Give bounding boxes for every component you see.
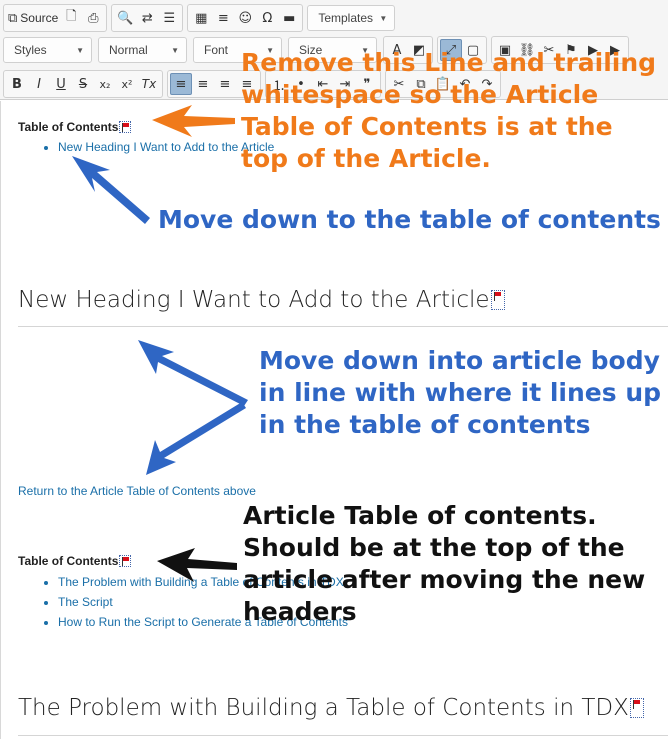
anchor-flag-icon[interactable] xyxy=(629,698,644,718)
page-break-icon: ▬ xyxy=(283,10,296,26)
align-center-button[interactable]: ≡ xyxy=(192,73,214,95)
align-left-button[interactable]: ≡ xyxy=(170,73,192,95)
align-center-icon: ≡ xyxy=(197,76,209,92)
replace-button[interactable]: ⇄ xyxy=(136,7,158,29)
table-icon: ▦ xyxy=(195,10,208,26)
return-toc-link[interactable]: Return to the Article Table of Contents … xyxy=(18,484,256,498)
strike-button[interactable]: S xyxy=(72,73,94,95)
toc-title-article: Table of Contents xyxy=(18,554,132,568)
chevron-down-icon: ▼ xyxy=(171,45,179,55)
toolbar-row-1: ⧉ Source 🗋 ⎙ 🔍 ⇄ ☰ ▦ ≡ ☺ Ω ▬ Templates ▼ xyxy=(3,4,401,32)
templates-dropdown[interactable]: Templates ▼ xyxy=(307,5,396,31)
toc-title-top: Table of Contents xyxy=(18,120,132,134)
styles-dropdown[interactable]: Styles ▼ xyxy=(3,37,92,63)
anchor-flag-icon[interactable] xyxy=(490,290,505,310)
italic-button[interactable]: I xyxy=(28,73,50,95)
heading-divider xyxy=(18,735,668,736)
table-button[interactable]: ▦ xyxy=(190,7,212,29)
insert-group: ▦ ≡ ☺ Ω ▬ xyxy=(187,4,304,32)
find-button[interactable]: 🔍 xyxy=(114,7,136,29)
basic-styles-group: B I U S x₂ x² Tx xyxy=(3,70,163,98)
printer-icon: ⎙ xyxy=(88,10,99,26)
black-note: Article Table of contents. Should be at … xyxy=(243,501,646,626)
align-left-icon: ≡ xyxy=(175,76,187,92)
blue-note-body: Move down into article body in line with… xyxy=(259,346,662,439)
bold-button[interactable]: B xyxy=(6,73,28,95)
align-right-button[interactable]: ≡ xyxy=(214,73,236,95)
spellcheck-button[interactable]: ☰ xyxy=(158,7,180,29)
new-page-button[interactable]: 🗋 xyxy=(60,7,82,29)
chevron-down-icon: ▼ xyxy=(379,13,388,23)
subscript-button[interactable]: x₂ xyxy=(94,73,116,95)
align-right-icon: ≡ xyxy=(219,76,231,92)
smiley-button[interactable]: ☺ xyxy=(234,7,256,29)
horizontal-rule-button[interactable]: ≡ xyxy=(212,7,234,29)
special-char-button[interactable]: Ω xyxy=(256,7,278,29)
anchor-flag-icon[interactable] xyxy=(119,121,132,133)
source-button[interactable]: ⧉ Source xyxy=(6,7,60,29)
chevron-down-icon: ▼ xyxy=(76,45,84,55)
print-button[interactable]: ⎙ xyxy=(82,7,104,29)
remove-format-button[interactable]: Tx xyxy=(138,73,160,95)
heading-new: New Heading I Want to Add to the Article xyxy=(18,287,505,313)
search-icon: 🔍 xyxy=(117,10,134,26)
source-icon: ⧉ xyxy=(8,10,18,26)
toc-list-top: New Heading I Want to Add to the Article xyxy=(38,137,274,157)
smiley-icon: ☺ xyxy=(238,10,253,26)
horizontal-rule-icon: ≡ xyxy=(217,10,229,26)
replace-icon: ⇄ xyxy=(141,10,153,26)
blue-note-toc: Move down to the table of contents xyxy=(158,205,661,234)
superscript-button[interactable]: x² xyxy=(116,73,138,95)
omega-icon: Ω xyxy=(262,10,273,26)
find-group: 🔍 ⇄ ☰ xyxy=(111,4,184,32)
underline-button[interactable]: U xyxy=(50,73,72,95)
page-icon: 🗋 xyxy=(66,9,77,24)
heading-divider xyxy=(18,326,668,327)
spellcheck-icon: ☰ xyxy=(163,10,176,26)
page-break-button[interactable]: ▬ xyxy=(278,7,300,29)
anchor-flag-icon[interactable] xyxy=(119,555,132,567)
heading-problem: The Problem with Building a Table of Con… xyxy=(18,695,644,721)
document-group: ⧉ Source 🗋 ⎙ xyxy=(3,4,108,32)
orange-note: Remove this Line and trailing whitespace… xyxy=(241,48,657,173)
format-dropdown[interactable]: Normal ▼ xyxy=(98,37,187,63)
